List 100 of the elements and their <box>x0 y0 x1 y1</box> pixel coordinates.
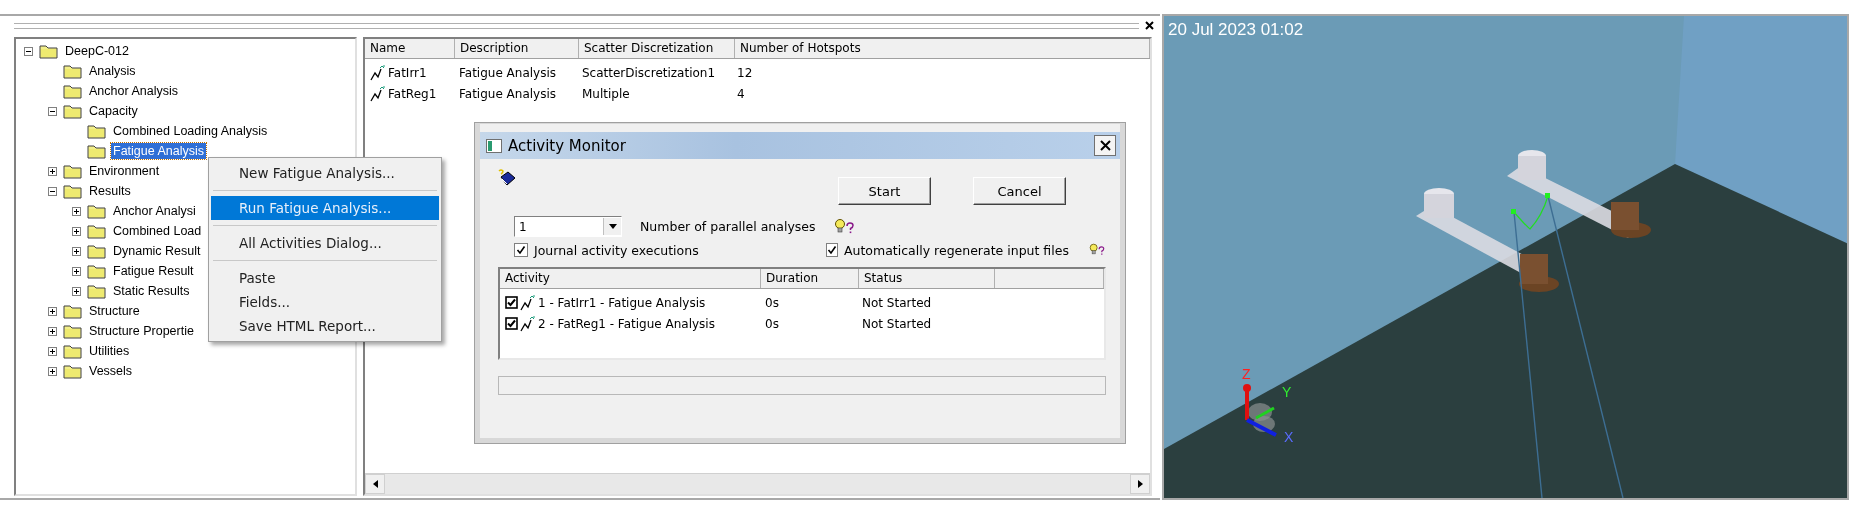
folder-icon <box>87 203 106 219</box>
expand-icon[interactable] <box>48 166 57 176</box>
caret-left-icon <box>372 480 378 488</box>
folder-icon <box>63 103 82 119</box>
tree-item[interactable]: Environment <box>87 163 162 179</box>
table-cell: 2 - FatReg1 - Fatigue Analysis <box>538 316 715 331</box>
folder-icon <box>63 343 82 359</box>
column-header[interactable]: Status <box>859 269 995 288</box>
column-header[interactable]: Name <box>365 39 455 58</box>
menu-item[interactable]: Paste <box>211 266 439 290</box>
column-header[interactable]: Description <box>455 39 579 58</box>
tree-item[interactable]: Anchor Analysi <box>111 203 198 219</box>
tree-item[interactable]: Fatigue Result <box>111 263 196 279</box>
folder-icon <box>87 283 106 299</box>
field-label: Number of parallel analyses <box>640 219 816 234</box>
folder-icon <box>63 363 82 379</box>
tree-item[interactable]: Fatigue Analysis <box>111 143 207 159</box>
tree-item[interactable]: Utilities <box>87 343 132 359</box>
tree-item[interactable]: Structure <box>87 303 142 319</box>
axis-label: X <box>1284 429 1294 445</box>
table-cell-text: Not Started <box>861 316 933 331</box>
menu-item[interactable]: Fields... <box>211 290 439 314</box>
table-cell-text: ScatterDiscretization1 <box>581 65 717 80</box>
chart-line-icon <box>520 294 536 311</box>
caret-right-icon <box>1137 480 1143 488</box>
help-bulb-icon[interactable] <box>1088 242 1106 258</box>
checkbox[interactable] <box>826 243 838 257</box>
expand-icon[interactable] <box>72 246 81 256</box>
axis-label: Z <box>1242 366 1251 382</box>
dropdown-caret-icon <box>608 224 617 229</box>
table-cell-text: Fatigue Analysis <box>458 65 558 80</box>
table-cell-text: Multiple <box>581 86 631 101</box>
tree-item[interactable]: Vessels <box>87 363 135 379</box>
table-cell: FatIrr1 <box>388 65 427 80</box>
checkbox[interactable] <box>505 317 518 330</box>
column-header[interactable]: Number of Hotspots <box>735 39 1150 58</box>
close-icon <box>1099 140 1111 151</box>
expand-icon[interactable] <box>72 266 81 276</box>
expand-icon[interactable] <box>48 346 57 356</box>
tree-item[interactable]: Dynamic Result <box>111 243 203 259</box>
folder-icon <box>87 223 106 239</box>
window-icon <box>486 138 502 153</box>
folder-icon <box>63 303 82 319</box>
checkbox[interactable] <box>505 296 518 309</box>
collapse-icon[interactable] <box>48 106 57 116</box>
chart-line-icon <box>370 85 386 102</box>
expand-icon[interactable] <box>48 306 57 316</box>
scroll-left-button[interactable] <box>365 474 385 494</box>
help-book-icon[interactable] <box>498 169 516 187</box>
table-cell-text: Fatigue Analysis <box>458 86 558 101</box>
folder-icon <box>87 143 106 159</box>
dialog-button[interactable]: Cancel <box>973 177 1066 205</box>
close-button[interactable] <box>1094 135 1116 156</box>
tree-item[interactable]: Anchor Analysis <box>87 83 180 99</box>
tree-item[interactable]: Static Results <box>111 283 192 299</box>
collapse-icon[interactable] <box>48 186 57 196</box>
column-header[interactable]: Duration <box>761 269 859 288</box>
folder-icon <box>63 83 82 99</box>
menu-item[interactable]: New Fatigue Analysis... <box>211 161 439 185</box>
checkbox[interactable] <box>514 243 528 257</box>
chart-line-icon <box>520 315 536 332</box>
table-cell: 1 - FatIrr1 - Fatigue Analysis <box>538 295 706 310</box>
parallel-count-select[interactable]: 1 <box>514 216 622 237</box>
checkbox-label[interactable]: Journal activity executions <box>534 242 699 258</box>
menu-item[interactable]: All Activities Dialog... <box>211 231 439 255</box>
dialog-title: Activity Monitor <box>508 136 627 155</box>
axis-label: Y <box>1282 384 1292 400</box>
expand-icon[interactable] <box>72 286 81 296</box>
expand-icon[interactable] <box>48 366 57 376</box>
tree-item[interactable]: Combined Loading Analysis <box>111 123 270 139</box>
menu-item[interactable]: Save HTML Report... <box>211 314 439 338</box>
expand-icon[interactable] <box>72 226 81 236</box>
collapse-icon[interactable] <box>24 46 33 56</box>
help-bulb-icon[interactable] <box>833 218 856 235</box>
expand-icon[interactable] <box>72 206 81 216</box>
tree-item[interactable]: Results <box>87 183 133 199</box>
checkbox-label[interactable]: Automatically regenerate input files <box>844 242 1069 258</box>
dialog-button[interactable]: Start <box>838 177 931 205</box>
expand-icon[interactable] <box>48 326 57 336</box>
table-cell-text: 0s <box>764 316 780 331</box>
tree-item[interactable]: Combined Load <box>111 223 204 239</box>
table-cell-text: Not Started <box>861 295 933 310</box>
folder-icon <box>87 263 106 279</box>
column-header[interactable]: Scatter Discretization <box>579 39 735 58</box>
folder-icon <box>63 163 82 179</box>
close-icon[interactable] <box>1145 21 1154 30</box>
tree-item[interactable]: DeepC-012 <box>63 43 131 59</box>
column-header[interactable]: Activity <box>500 269 761 288</box>
tree-item[interactable]: Structure Propertie <box>87 323 196 339</box>
folder-icon <box>63 323 82 339</box>
tree-item[interactable]: Capacity <box>87 103 140 119</box>
folder-icon <box>63 183 82 199</box>
table-cell-text: 0s <box>764 295 780 310</box>
tree-item[interactable]: Analysis <box>87 63 138 79</box>
chart-line-icon <box>370 64 386 81</box>
table-cell-text: 4 <box>736 86 746 101</box>
timestamp: 20 Jul 2023 01:02 <box>1168 20 1304 40</box>
menu-item[interactable]: Run Fatigue Analysis... <box>211 196 439 220</box>
scroll-right-button[interactable] <box>1130 474 1150 494</box>
table-cell-text: 12 <box>736 65 754 80</box>
